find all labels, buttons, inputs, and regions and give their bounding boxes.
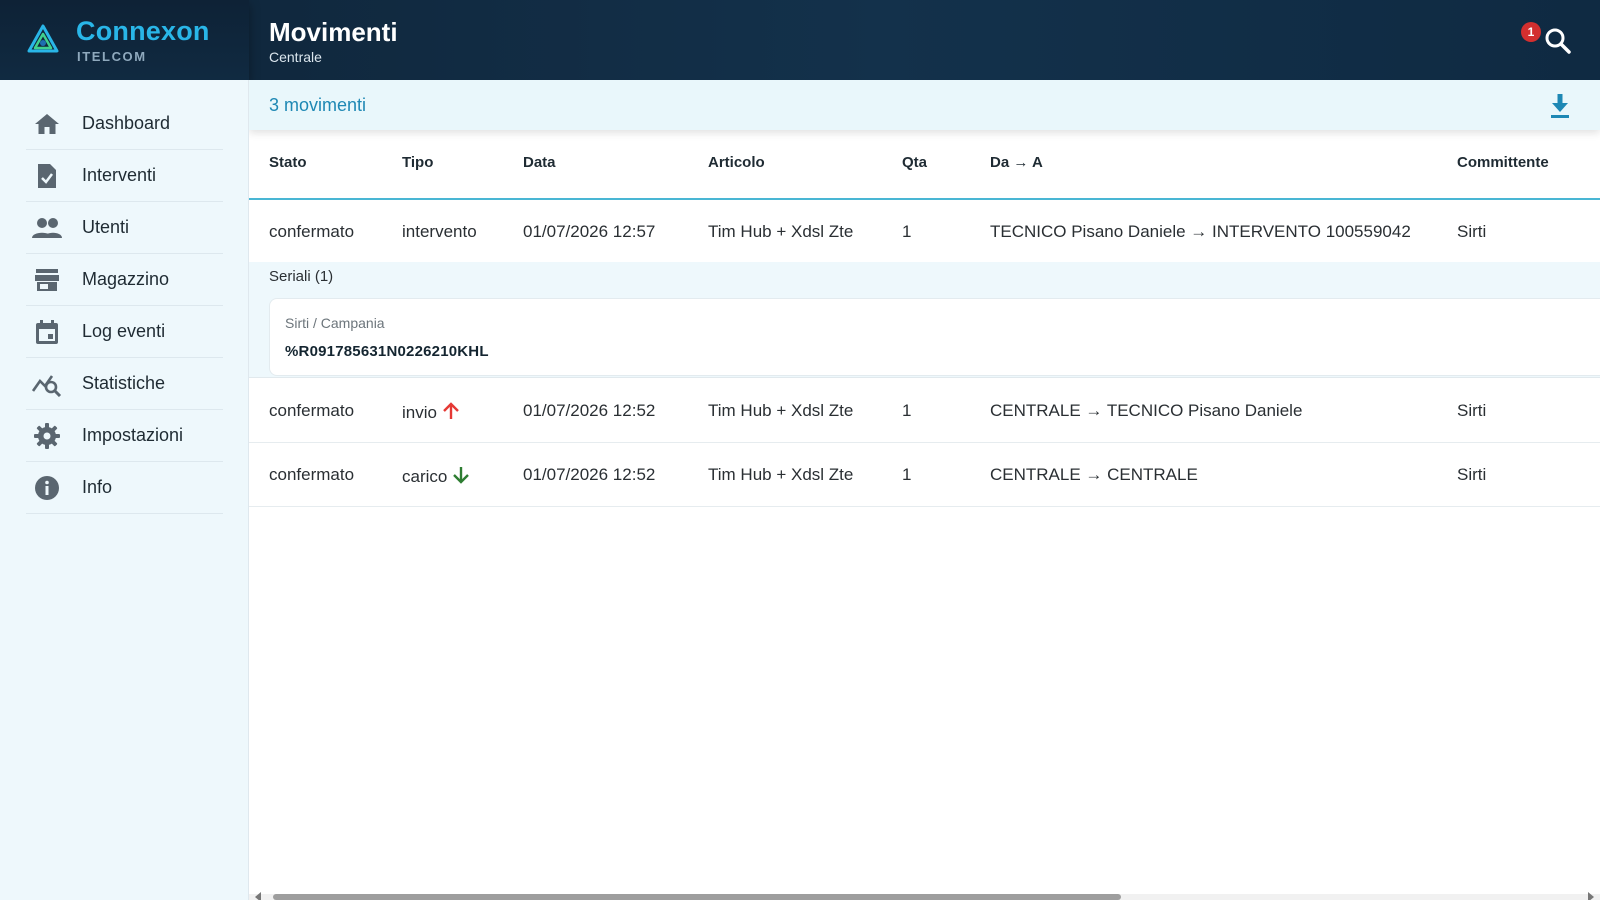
cell-committente: Sirti bbox=[1457, 222, 1487, 241]
serial-group: Sirti / Campania bbox=[285, 315, 385, 331]
sidebar-item-label: Statistiche bbox=[82, 373, 166, 393]
cell-tipo-label: invio bbox=[402, 403, 437, 422]
store-icon bbox=[32, 265, 62, 295]
page-title: Movimenti bbox=[269, 17, 398, 47]
serials-panel: Seriali (1) Sirti / Campania %R091785631… bbox=[249, 262, 1600, 378]
sidebar: Dashboard Interventi Utenti Magazzino Lo… bbox=[0, 80, 249, 900]
sidebar-item-magazzino[interactable]: Magazzino bbox=[26, 254, 223, 306]
cell-stato: confermato bbox=[269, 401, 355, 420]
column-header-tipo[interactable]: Tipo bbox=[402, 154, 433, 171]
page-subtitle: Centrale bbox=[269, 49, 322, 65]
users-icon bbox=[32, 213, 62, 243]
cell-stato: confermato bbox=[269, 222, 355, 241]
arrow-up-icon bbox=[443, 402, 459, 419]
horizontal-scrollbar[interactable] bbox=[249, 892, 1600, 900]
sidebar-item-utenti[interactable]: Utenti bbox=[26, 202, 223, 254]
top-app-bar: Connexon ITELCOM Movimenti Centrale 1 bbox=[0, 0, 1600, 80]
cell-articolo: Tim Hub + Xdsl Zte bbox=[708, 222, 854, 241]
brand-block[interactable]: Connexon ITELCOM bbox=[0, 0, 249, 80]
table-row[interactable]: confermato carico 01/07/2026 12:52 Tim H… bbox=[249, 443, 1600, 507]
main-content: 3 movimenti Stato Tipo Data Articolo Qta… bbox=[249, 80, 1600, 900]
sidebar-item-interventi[interactable]: Interventi bbox=[26, 150, 223, 202]
cell-tipo: carico bbox=[402, 465, 471, 487]
search-icon[interactable] bbox=[1541, 24, 1575, 58]
arrow-down-icon bbox=[453, 467, 470, 484]
connexon-logo-icon bbox=[27, 24, 59, 53]
info-icon bbox=[32, 473, 62, 503]
serial-card[interactable]: Sirti / Campania %R091785631N0226210KHL bbox=[269, 298, 1600, 376]
sidebar-item-impostazioni[interactable]: Impostazioni bbox=[26, 410, 223, 462]
sidebar-item-label: Magazzino bbox=[82, 269, 170, 289]
sidebar-item-label: Utenti bbox=[82, 217, 130, 237]
scroll-right-icon[interactable] bbox=[1588, 892, 1594, 900]
cell-data: 01/07/2026 12:57 bbox=[523, 222, 656, 241]
sidebar-item-log-eventi[interactable]: Log eventi bbox=[26, 306, 223, 358]
gear-icon bbox=[32, 421, 62, 451]
sidebar-item-label: Info bbox=[82, 477, 113, 497]
table-row[interactable]: confermato intervento 01/07/2026 12:57 T… bbox=[249, 200, 1600, 264]
column-header-articolo[interactable]: Articolo bbox=[708, 154, 765, 171]
column-header-qta[interactable]: Qta bbox=[902, 154, 927, 171]
cell-da-a: CENTRALE → TECNICO Pisano Daniele bbox=[990, 401, 1303, 420]
sidebar-item-dashboard[interactable]: Dashboard bbox=[26, 98, 223, 150]
calendar-icon bbox=[32, 317, 62, 347]
cell-tipo: intervento bbox=[402, 222, 477, 241]
cell-articolo: Tim Hub + Xdsl Zte bbox=[708, 401, 854, 420]
sidebar-item-label: Interventi bbox=[82, 165, 157, 185]
clipboard-check-icon bbox=[32, 161, 62, 191]
notification-badge[interactable]: 1 bbox=[1521, 22, 1541, 42]
home-icon bbox=[32, 109, 62, 139]
sidebar-item-label: Dashboard bbox=[82, 113, 171, 133]
results-bar: 3 movimenti bbox=[249, 80, 1600, 130]
sidebar-item-label: Impostazioni bbox=[82, 425, 184, 445]
chart-search-icon bbox=[32, 369, 62, 399]
download-icon[interactable] bbox=[1547, 92, 1573, 120]
cell-da-a: TECNICO Pisano Daniele → INTERVENTO 1005… bbox=[990, 222, 1411, 241]
cell-qta: 1 bbox=[902, 222, 912, 241]
cell-data: 01/07/2026 12:52 bbox=[523, 465, 656, 484]
sidebar-item-statistiche[interactable]: Statistiche bbox=[26, 358, 223, 410]
cell-qta: 1 bbox=[902, 401, 912, 420]
cell-qta: 1 bbox=[902, 465, 912, 484]
cell-tipo-label: carico bbox=[402, 467, 448, 486]
results-count: 3 movimenti bbox=[269, 95, 367, 115]
column-header-data[interactable]: Data bbox=[523, 154, 556, 171]
cell-da-a: CENTRALE → CENTRALE bbox=[990, 465, 1198, 484]
cell-committente: Sirti bbox=[1457, 401, 1487, 420]
cell-articolo: Tim Hub + Xdsl Zte bbox=[708, 465, 854, 484]
cell-committente: Sirti bbox=[1457, 465, 1487, 484]
column-header-stato[interactable]: Stato bbox=[269, 154, 307, 171]
scroll-left-icon[interactable] bbox=[255, 892, 261, 900]
cell-tipo: invio bbox=[402, 401, 461, 423]
cell-data: 01/07/2026 12:52 bbox=[523, 401, 656, 420]
brand-name: Connexon bbox=[76, 16, 210, 46]
column-header-committente[interactable]: Committente bbox=[1457, 154, 1549, 171]
cell-stato: confermato bbox=[269, 465, 355, 484]
serial-code: %R091785631N0226210KHL bbox=[285, 343, 489, 360]
brand-sub: ITELCOM bbox=[77, 49, 147, 64]
scrollbar-thumb[interactable] bbox=[273, 894, 1121, 900]
sidebar-item-info[interactable]: Info bbox=[26, 462, 223, 514]
sidebar-item-label: Log eventi bbox=[82, 321, 166, 341]
column-header-da-a[interactable]: Da → A bbox=[990, 154, 1043, 171]
table-row[interactable]: confermato invio 01/07/2026 12:52 Tim Hu… bbox=[249, 379, 1600, 443]
serials-title: Seriali (1) bbox=[269, 268, 334, 285]
